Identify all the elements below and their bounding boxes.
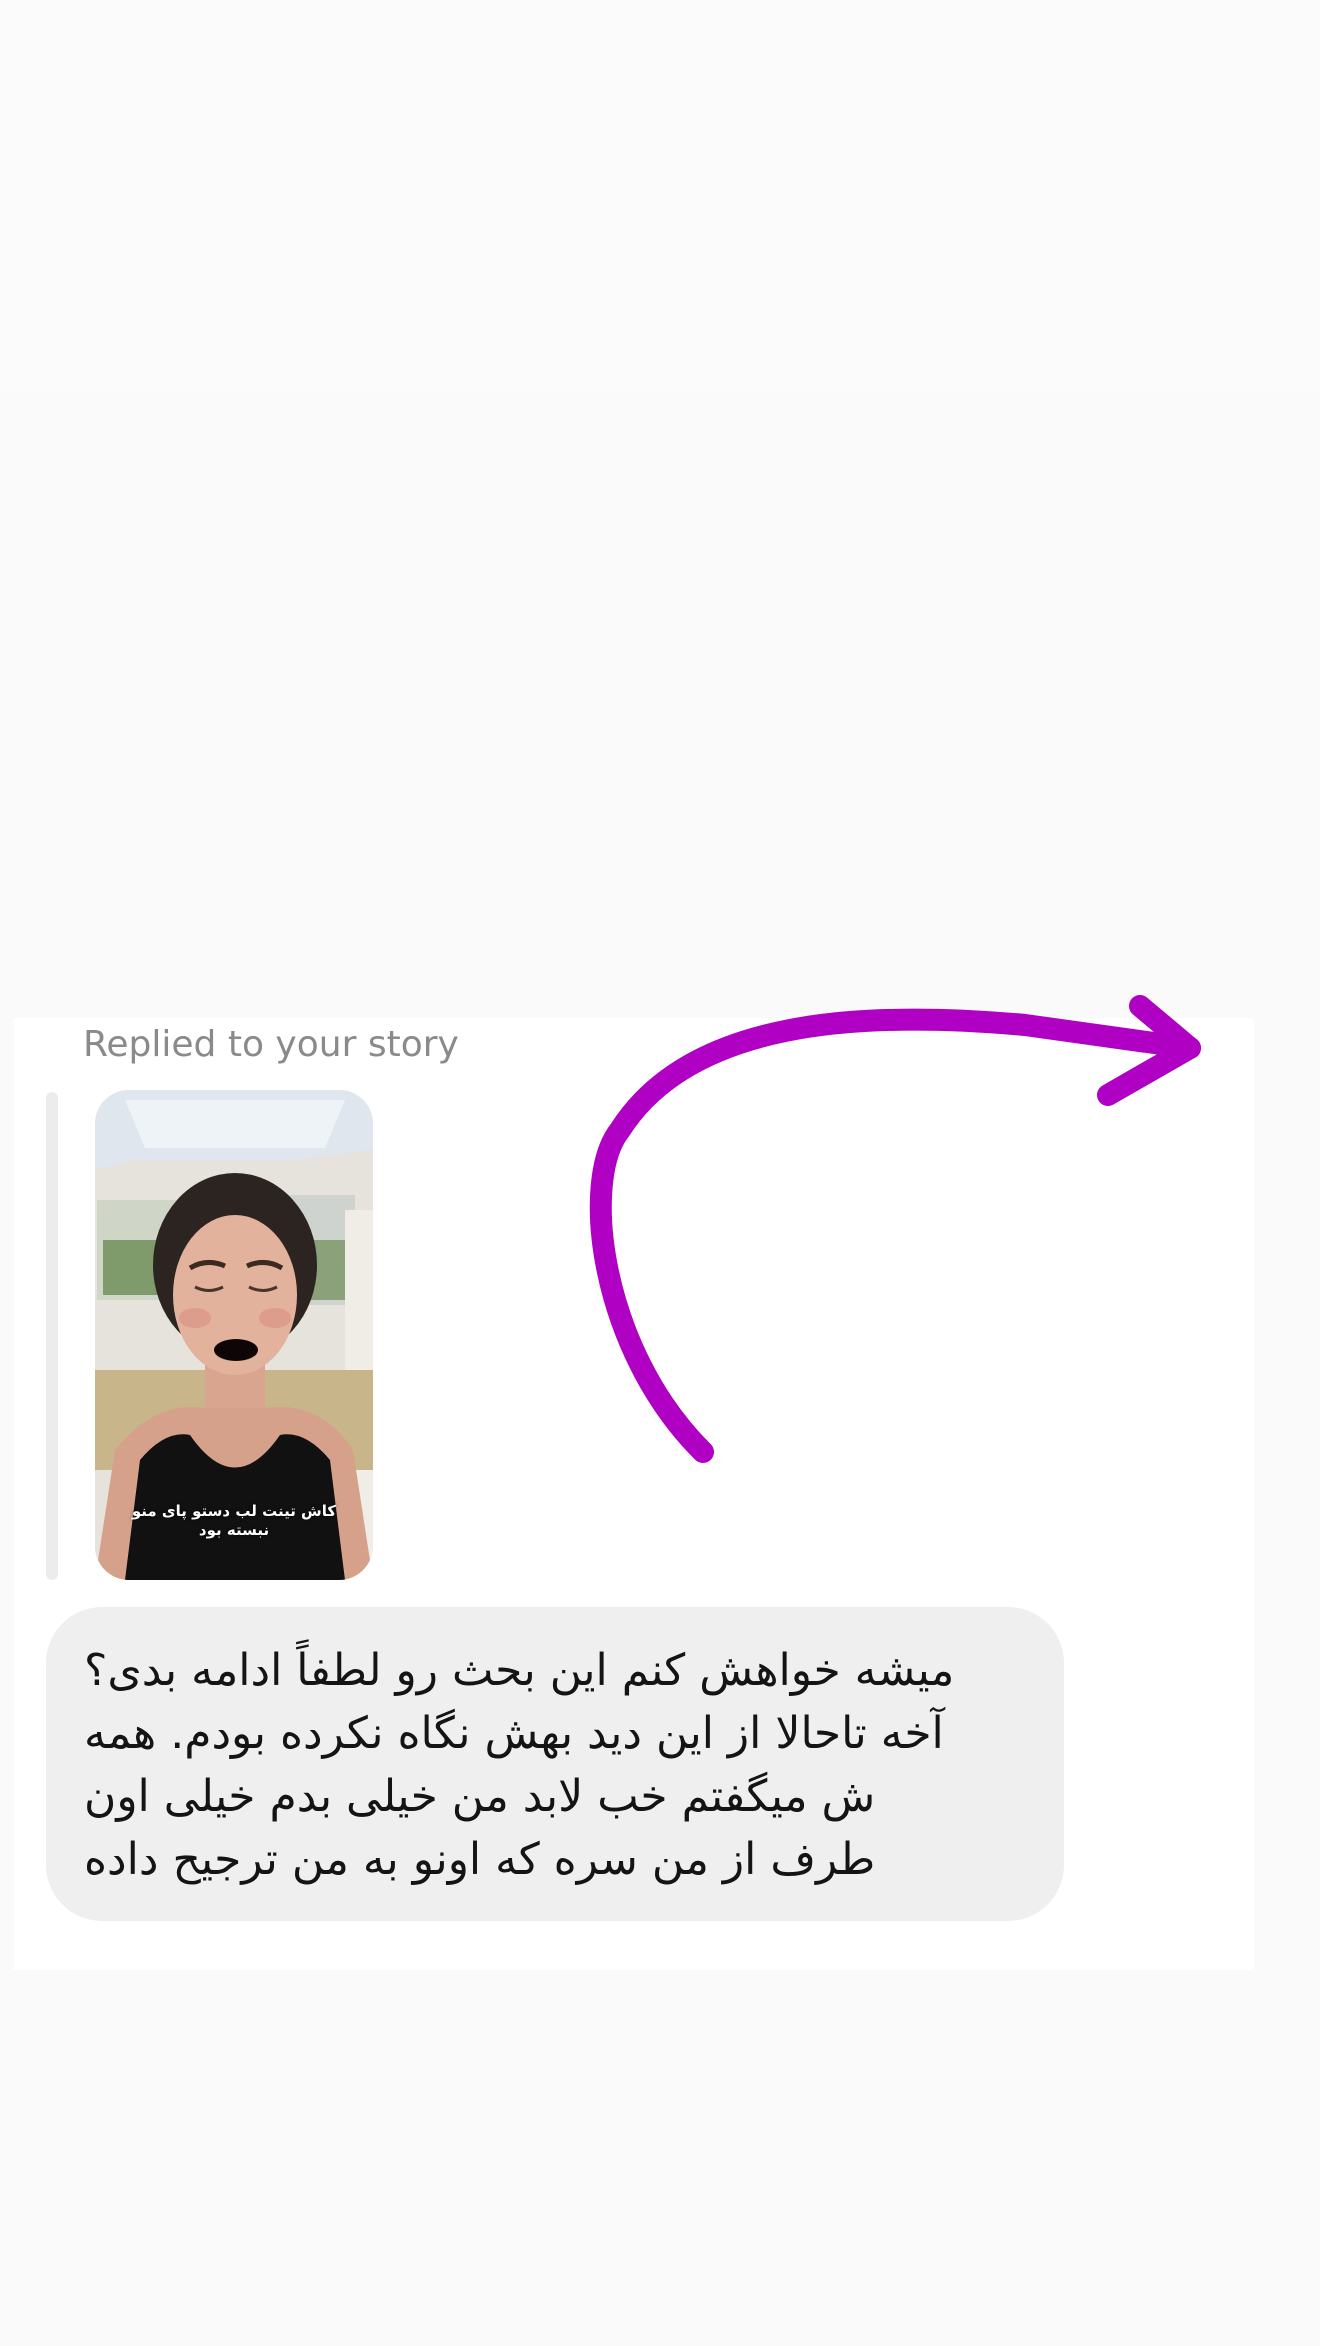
message-text: میشه خواهش کنم این بحث رو لطفاً ادامه بد… bbox=[84, 1645, 955, 1885]
curved-arrow-icon bbox=[589, 995, 1201, 1463]
story-thumbnail[interactable]: کاش تینت لب دستو پای منو نبسته بود bbox=[95, 1090, 373, 1580]
reply-quote-bar bbox=[46, 1092, 58, 1580]
story-caption: کاش تینت لب دستو پای منو نبسته بود bbox=[131, 1502, 337, 1539]
top-empty-area bbox=[0, 0, 1320, 390]
reply-label: Replied to your story bbox=[83, 1024, 459, 1065]
message-bubble[interactable]: میشه خواهش کنم این بحث رو لطفاً ادامه بد… bbox=[46, 1607, 1064, 1921]
